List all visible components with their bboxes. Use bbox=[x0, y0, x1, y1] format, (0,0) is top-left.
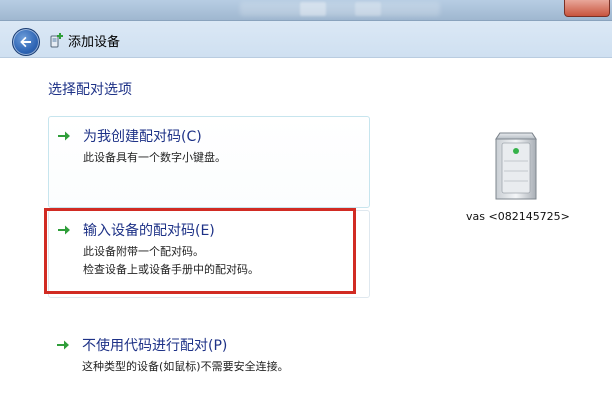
window-title-bar[interactable] bbox=[0, 0, 612, 21]
navigation-bar: 添加设备 bbox=[0, 21, 612, 58]
option-pair-without-code[interactable]: 不使用代码进行配对(P) 这种类型的设备(如鼠标)不需要安全连接。 bbox=[48, 326, 368, 373]
minimize-button[interactable] bbox=[300, 2, 326, 16]
option-create-pairing-code[interactable]: 为我创建配对码(C) 此设备具有一个数字小键盘。 bbox=[48, 116, 370, 208]
highlight-annotation-box bbox=[44, 208, 356, 294]
window-title: 添加设备 bbox=[68, 35, 121, 50]
page-heading: 选择配对选项 bbox=[48, 82, 132, 98]
green-arrow-icon bbox=[57, 340, 69, 350]
close-button[interactable] bbox=[564, 0, 610, 17]
option-title: 为我创建配对码(C) bbox=[83, 129, 202, 145]
dialog-content: 选择配对选项 为我创建配对码(C) 此设备具有一个数字小键盘。 输入设备的配对码… bbox=[0, 58, 612, 400]
add-device-icon bbox=[50, 33, 63, 48]
green-arrow-icon bbox=[58, 131, 70, 141]
title-bar-blur bbox=[240, 2, 440, 16]
server-tower-icon bbox=[495, 132, 537, 200]
option-description: 这种类型的设备(如鼠标)不需要安全连接。 bbox=[82, 360, 289, 373]
option-description: 此设备具有一个数字小键盘。 bbox=[83, 151, 226, 164]
back-button[interactable] bbox=[12, 28, 40, 56]
option-title: 不使用代码进行配对(P) bbox=[82, 338, 228, 354]
maximize-button[interactable] bbox=[355, 2, 381, 16]
device-label: vas <082145725> bbox=[466, 210, 570, 223]
back-arrow-icon bbox=[20, 36, 31, 48]
